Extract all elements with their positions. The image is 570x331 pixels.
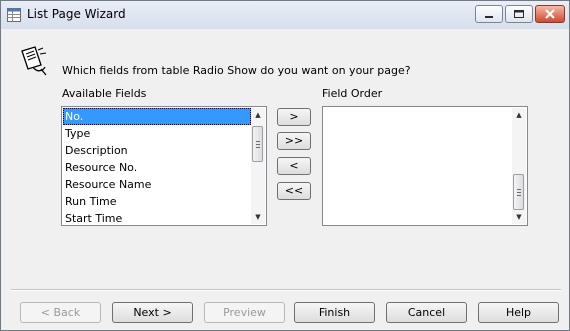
help-button[interactable]: Help [478,302,559,323]
available-fields-list[interactable]: No. Type Description Resource No. Resour… [61,106,267,226]
remove-all-fields-button[interactable]: << [277,182,311,200]
list-item[interactable]: No. [63,108,251,125]
wizard-question: Which fields from table Radio Show do yo… [62,64,411,77]
list-item[interactable]: Resource No. [63,159,251,176]
cancel-button[interactable]: Cancel [386,302,467,323]
title-bar[interactable]: List Page Wizard [1,1,569,29]
back-button[interactable]: < Back [20,302,101,323]
field-order-list[interactable]: ▲ ▼ [322,106,528,226]
field-order-scrollbar[interactable]: ▲ ▼ [512,108,526,224]
window-title: List Page Wizard [27,7,126,21]
list-item[interactable]: Run Time [63,193,251,210]
close-icon [545,9,555,19]
close-button[interactable] [535,5,565,23]
finish-button[interactable]: Finish [294,302,375,323]
scroll-up-icon[interactable]: ▲ [251,108,265,122]
list-item[interactable]: Description [63,142,251,159]
available-fields-scrollbar[interactable]: ▲ ▼ [251,108,265,224]
scroll-thumb[interactable] [513,174,524,210]
next-button[interactable]: Next > [112,302,193,323]
maximize-button[interactable] [505,5,533,23]
field-order-label: Field Order [322,87,383,100]
remove-field-button[interactable]: < [277,157,311,175]
button-separator [11,289,561,291]
list-item[interactable]: Type [63,125,251,142]
available-fields-label: Available Fields [62,87,147,100]
list-item[interactable]: Resource Name [63,176,251,193]
table-icon [7,8,21,22]
minimize-button[interactable] [475,5,503,23]
scroll-down-icon[interactable]: ▼ [512,210,526,224]
scroll-up-icon[interactable]: ▲ [512,108,526,122]
list-item[interactable]: Start Time [63,210,251,227]
wizard-window: List Page Wizard Which fields from table… [0,0,570,331]
available-fields-items: No. Type Description Resource No. Resour… [63,108,251,227]
add-field-button[interactable]: > [277,108,311,126]
scroll-down-icon[interactable]: ▼ [251,210,265,224]
minimize-icon [485,16,493,18]
scroll-thumb[interactable] [252,126,263,162]
add-all-fields-button[interactable]: >> [277,132,311,150]
wizard-icon [21,46,47,76]
maximize-icon [514,10,524,18]
preview-button[interactable]: Preview [204,302,285,323]
